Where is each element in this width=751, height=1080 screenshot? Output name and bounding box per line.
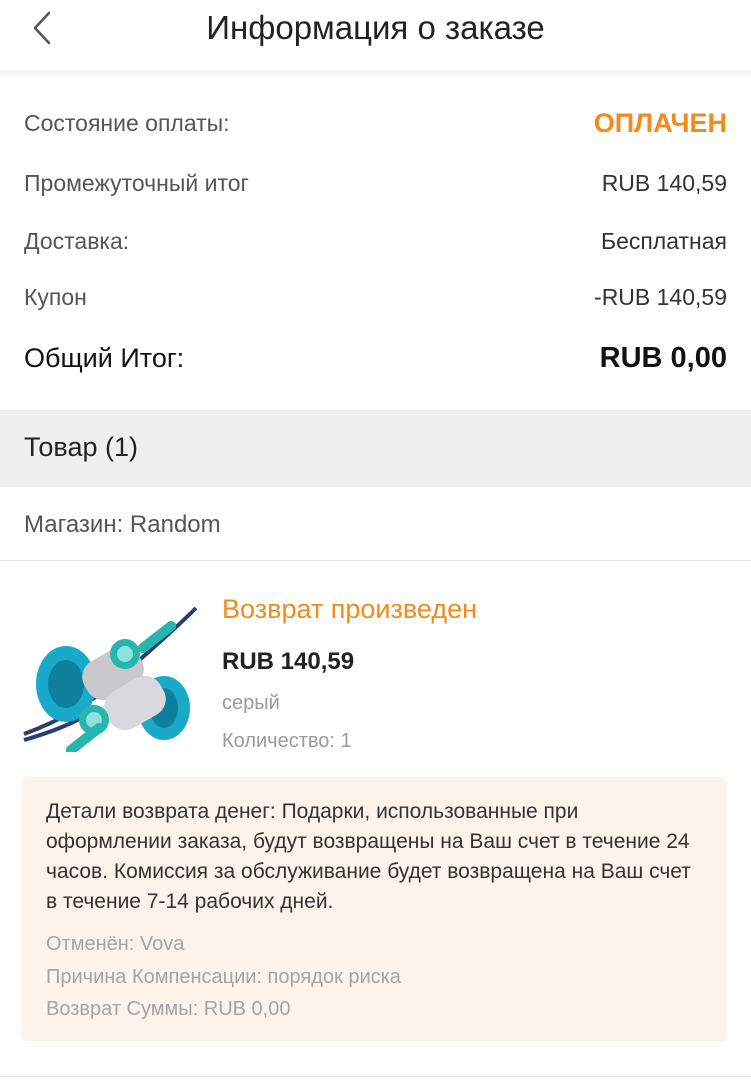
shipping-row: Доставка: Бесплатная [24, 228, 727, 255]
app-header: Информация о заказе [0, 0, 751, 71]
product-status: Возврат произведен [222, 594, 478, 624]
items-section-header: Товар (1) [0, 410, 751, 487]
coupon-row: Купон -RUB 140,59 [24, 284, 727, 311]
payment-status-row: Состояние оплаты: ОПЛАЧЕН [24, 108, 727, 139]
earphones-image [23, 606, 198, 756]
total-value: RUB 0,00 [599, 342, 727, 374]
shipping-value: Бесплатная [600, 228, 727, 254]
subtotal-row: Промежуточный итог RUB 140,59 [24, 170, 727, 197]
product-card[interactable]: Возврат произведен RUB 140,59 серый Коли… [0, 560, 751, 775]
product-color: серый [222, 692, 280, 714]
refund-details-box: Детали возврата денег: Подарки, использо… [22, 777, 727, 1041]
payment-status-value: ОПЛАЧЕН [593, 108, 727, 138]
page-title: Информация о заказе [206, 9, 545, 46]
refund-amount: Возврат Суммы: RUB 0,00 [46, 998, 291, 1020]
bottom-divider [0, 1076, 751, 1077]
shipping-label: Доставка: [24, 228, 130, 254]
subtotal-label: Промежуточный итог [24, 170, 249, 196]
payment-status-label: Состояние оплаты: [24, 110, 230, 136]
store-row[interactable]: Магазин: Random [0, 487, 751, 561]
refund-cancelled-by: Отменён: Vova [46, 933, 185, 955]
total-label: Общий Итог: [24, 343, 185, 373]
store-label: Магазин: Random [24, 511, 221, 538]
items-section-title: Товар (1) [24, 432, 138, 462]
product-price: RUB 140,59 [222, 648, 355, 675]
total-row: Общий Итог: RUB 0,00 [24, 342, 727, 375]
product-quantity: Количество: 1 [222, 730, 352, 752]
refund-reason: Причина Компенсации: порядок риска [46, 966, 401, 988]
header-divider [0, 70, 751, 80]
product-image[interactable] [22, 602, 198, 756]
order-summary: Состояние оплаты: ОПЛАЧЕН Промежуточный … [0, 80, 751, 410]
coupon-value: -RUB 140,59 [594, 284, 727, 310]
coupon-label: Купон [24, 284, 87, 310]
subtotal-value: RUB 140,59 [601, 170, 727, 196]
refund-details-text: Детали возврата денег: Подарки, использо… [46, 800, 691, 913]
